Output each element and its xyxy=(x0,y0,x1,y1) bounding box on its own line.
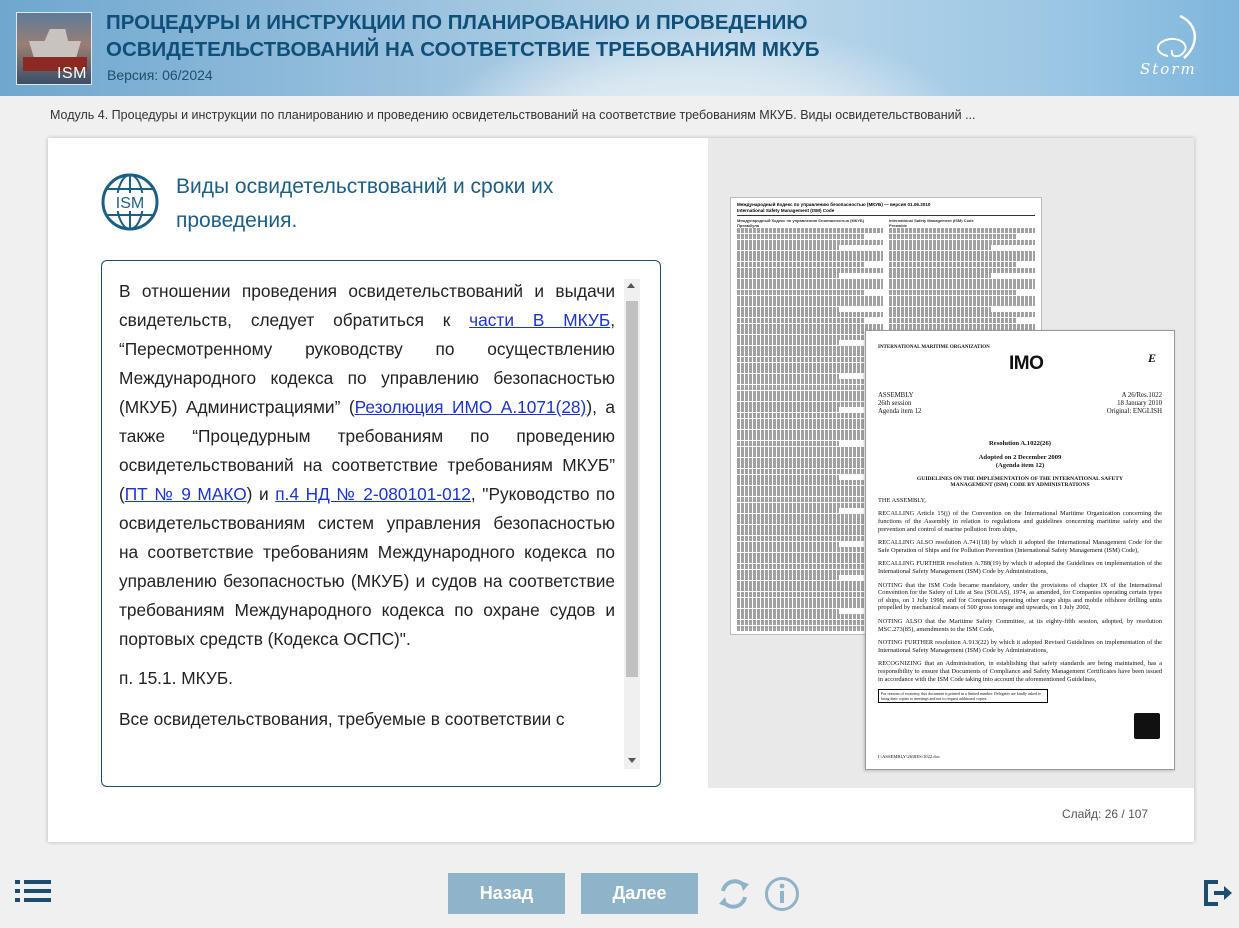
link-pt-9-mako[interactable]: ПТ № 9 МАКО xyxy=(125,484,247,504)
document-preview-area: Международный Кодекс по управлению безоп… xyxy=(708,138,1194,788)
doc2-notice-box: For reasons of economy, this document is… xyxy=(878,689,1048,704)
text-fragment: ) и xyxy=(246,484,276,504)
doc2-original: Original: ENGLISH xyxy=(1106,408,1162,415)
breadcrumb: Модуль 4. Процедуры и инструкции по план… xyxy=(50,108,976,122)
scrollbar[interactable] xyxy=(624,279,640,769)
doc2-p7: RECOGNIZING that an Administration, in e… xyxy=(878,660,1162,683)
ism-logo: ISM xyxy=(16,12,92,85)
doc2-p4: NOTING that the ISM Code became mandator… xyxy=(878,581,1162,612)
app-header: ISM ПРОЦЕДУРЫ И ИНСТРУКЦИИ ПО ПЛАНИРОВАН… xyxy=(0,0,1239,96)
globe-label: ISM xyxy=(116,195,144,212)
doc2-resolution: Resolution A.1022(26) xyxy=(989,440,1051,447)
text-fragment: , "Руководство по освидетельствованиям с… xyxy=(119,484,615,649)
paragraph-2: Все освидетельствования, требуемые в соо… xyxy=(119,709,565,729)
logo-label: ISM xyxy=(57,65,87,82)
menu-icon[interactable] xyxy=(15,880,51,902)
doc2-meta: ASSEMBLY A 26/Res.1022 26th session 18 Jan… xyxy=(878,392,1162,416)
doc2-footer: I:\ASSEMBLY\26\RES\1022.doc xyxy=(878,754,940,759)
doc2-adopted: Adopted on 2 December 2009 xyxy=(978,454,1062,461)
doc2-date: 18 January 2010 xyxy=(1117,400,1162,407)
imo-resolution-document-image: INTERNATIONAL MARITIME ORGANIZATION IMO … xyxy=(865,330,1175,770)
doc2-p2: RECALLING ALSO resolution A.741(18) by w… xyxy=(878,539,1162,554)
scroll-up-arrow-icon[interactable] xyxy=(627,283,635,288)
doc2-ref: A 26/Res.1022 xyxy=(1121,392,1162,399)
doc2-assembly2: THE ASSEMBLY, xyxy=(878,496,926,504)
paragraph-1: В отношении проведения освидетельствован… xyxy=(119,277,615,654)
back-button[interactable]: Назад xyxy=(448,873,565,914)
slide-heading: Виды освидетельствований и сроки их пров… xyxy=(176,175,554,232)
doc2-p6: NOTING FURTHER resolution A.913(22) by w… xyxy=(878,639,1162,654)
doc1-column-left: Международный Кодекс по управлению безоп… xyxy=(737,218,883,634)
doc1-header-line-2: International Safety Management (ISM) Co… xyxy=(737,208,835,213)
subheading: п. 15.1. МКУБ. xyxy=(119,668,233,688)
link-imo-resolution[interactable]: Резолюция ИМО А.1071(28) xyxy=(355,397,587,417)
content-text: В отношении проведения освидетельствован… xyxy=(119,277,615,744)
content-scroll-box[interactable]: В отношении проведения освидетельствован… xyxy=(101,260,661,787)
exit-icon[interactable] xyxy=(1202,878,1232,908)
slide-panel: ISM Виды освидетельствований и сроки их … xyxy=(48,138,1194,842)
doc2-p1: RECALLING Article 15(j) of the Conventio… xyxy=(878,510,1162,533)
link-nd-item-4[interactable]: п.4 НД № 2-080101-012 xyxy=(275,484,471,504)
recycle-logo-icon xyxy=(1134,713,1160,739)
next-button[interactable]: Далее xyxy=(581,873,698,914)
globe-icon: ISM xyxy=(101,173,159,231)
ship-icon xyxy=(29,29,81,59)
doc2-agenda: Agenda item 12 xyxy=(878,408,922,415)
doc2-assembly: ASSEMBLY xyxy=(878,392,914,399)
reload-icon[interactable] xyxy=(715,875,753,913)
doc2-p5: NOTING ALSO that the Maritime Safety Com… xyxy=(878,617,1162,633)
course-title: ПРОЦЕДУРЫ И ИНСТРУКЦИИ ПО ПЛАНИРОВАНИЮ И… xyxy=(106,11,820,61)
doc2-p3: RECALLING FURTHER resolution A.788(19) b… xyxy=(878,560,1162,575)
doc2-guidelines: GUIDELINES ON THE IMPLEMENTATION OF THE … xyxy=(916,476,1124,489)
scrollbar-thumb[interactable] xyxy=(626,301,638,677)
doc1-header-line-1: Международный Кодекс по управлению безоп… xyxy=(737,202,931,207)
link-part-b-ism[interactable]: части В МКУБ xyxy=(469,310,610,330)
doc1-header: Международный Кодекс по управлению безоп… xyxy=(737,202,1035,216)
info-icon[interactable] xyxy=(764,876,800,912)
slide-counter: Слайд: 26 / 107 xyxy=(1062,807,1149,821)
imo-logo: IMO xyxy=(1009,353,1044,374)
doc2-language-mark: E xyxy=(1147,351,1156,365)
doc2-agenda2: (Agenda item 12) xyxy=(995,462,1045,469)
version-label: Версия: 06/2024 xyxy=(107,67,213,83)
doc2-session: 26th session xyxy=(878,400,912,407)
doc2-org: INTERNATIONAL MARITIME ORGANIZATION xyxy=(878,345,990,350)
scroll-down-arrow-icon[interactable] xyxy=(628,758,636,763)
brand-label: Storm xyxy=(1140,60,1197,78)
